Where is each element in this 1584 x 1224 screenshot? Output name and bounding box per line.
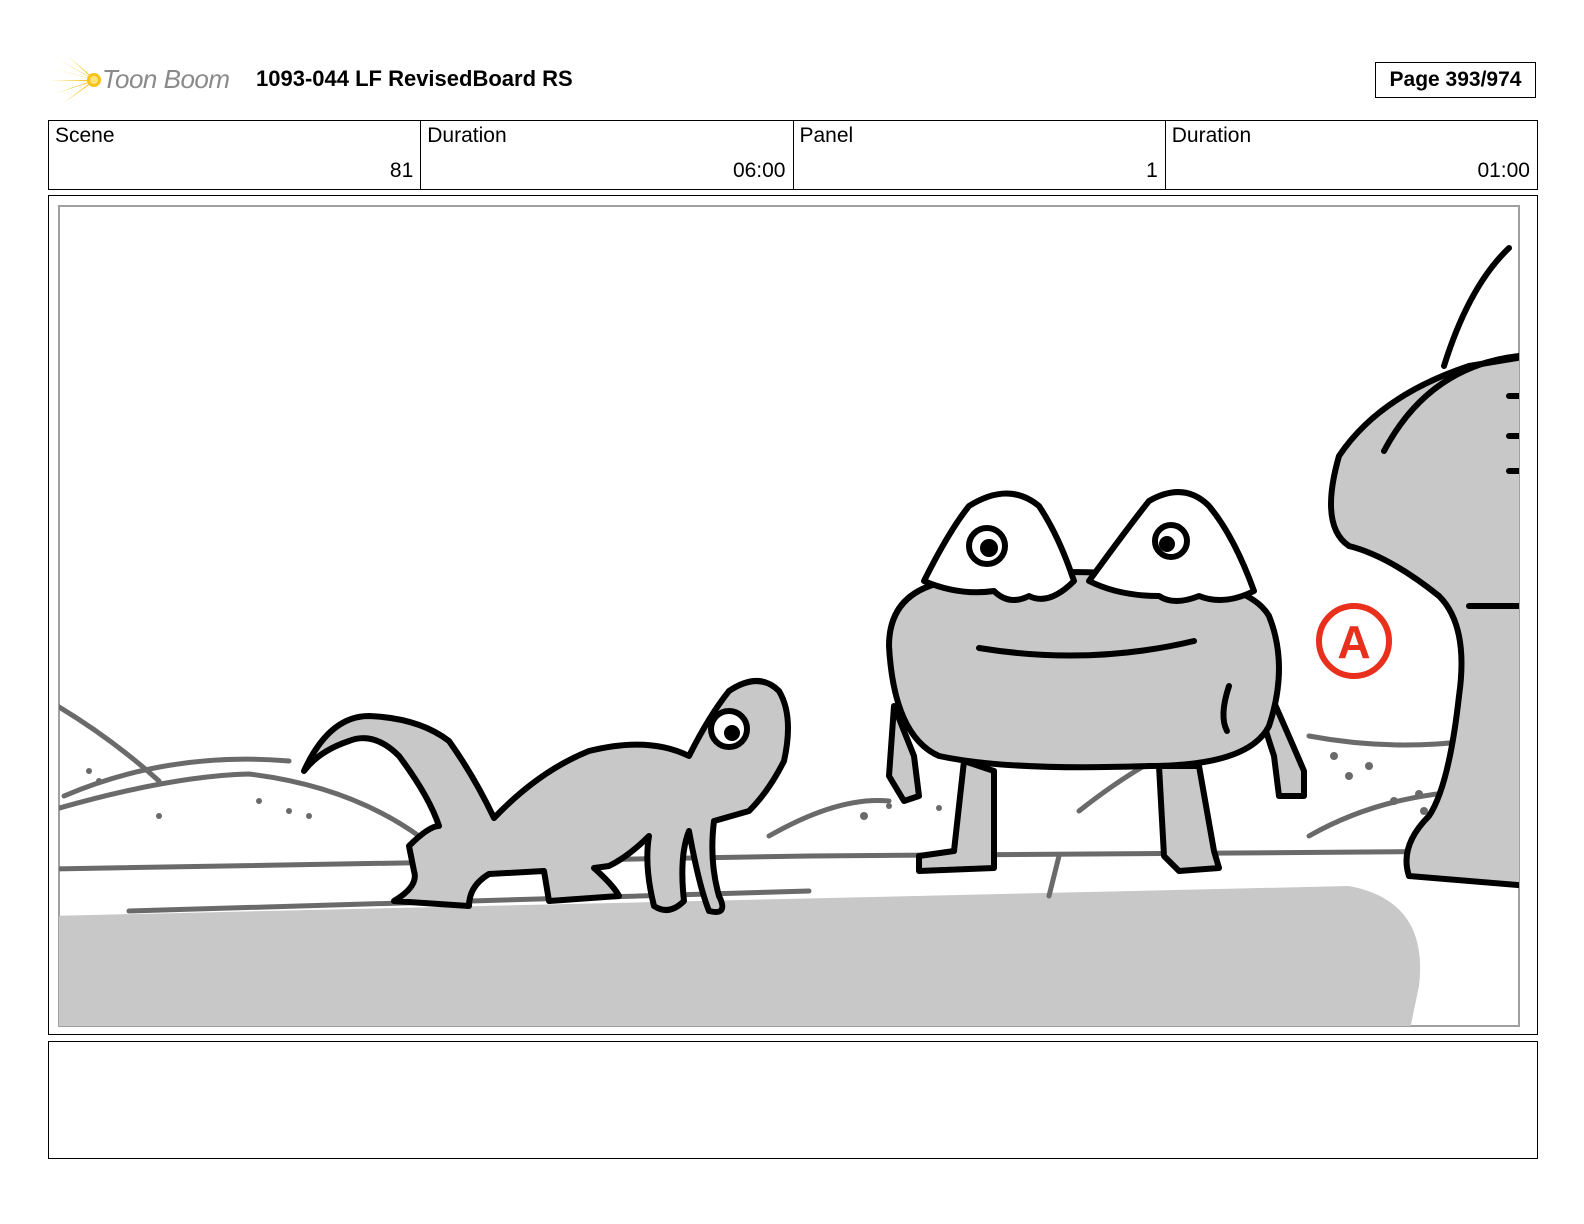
- panel-duration-value: 01:00: [1477, 159, 1530, 182]
- panel-label: Panel: [799, 124, 854, 147]
- scene-label: Scene: [55, 124, 115, 147]
- panel-cell: Panel 1: [794, 121, 1166, 189]
- sunburst-icon: [50, 56, 101, 104]
- panel-duration-cell: Duration 01:00: [1166, 121, 1537, 189]
- panel-duration-label: Duration: [1171, 124, 1252, 147]
- panel-value: 1: [1146, 159, 1158, 182]
- logo-wordmark: Toon Boom: [102, 64, 230, 94]
- panel-notes-box: [48, 1041, 1538, 1159]
- scene-value: 81: [389, 159, 414, 182]
- page-indicator: Page 393/974: [1375, 62, 1536, 98]
- scene-info-table: Scene 81 Duration 06:00 Panel 1 Duration…: [48, 120, 1538, 190]
- annotation-letter: A: [1337, 616, 1370, 668]
- scene-duration-label: Duration: [427, 124, 507, 147]
- scene-duration-value: 06:00: [732, 159, 786, 182]
- scene-duration-cell: Duration 06:00: [421, 121, 794, 189]
- panel-sketch: A: [58, 205, 1520, 1027]
- storyboard-panel: A: [48, 195, 1538, 1035]
- scene-cell: Scene 81: [49, 121, 422, 189]
- document-title: 1093-044 LF RevisedBoard RS: [256, 66, 573, 91]
- toon-boom-logo: Toon Boom: [50, 54, 240, 106]
